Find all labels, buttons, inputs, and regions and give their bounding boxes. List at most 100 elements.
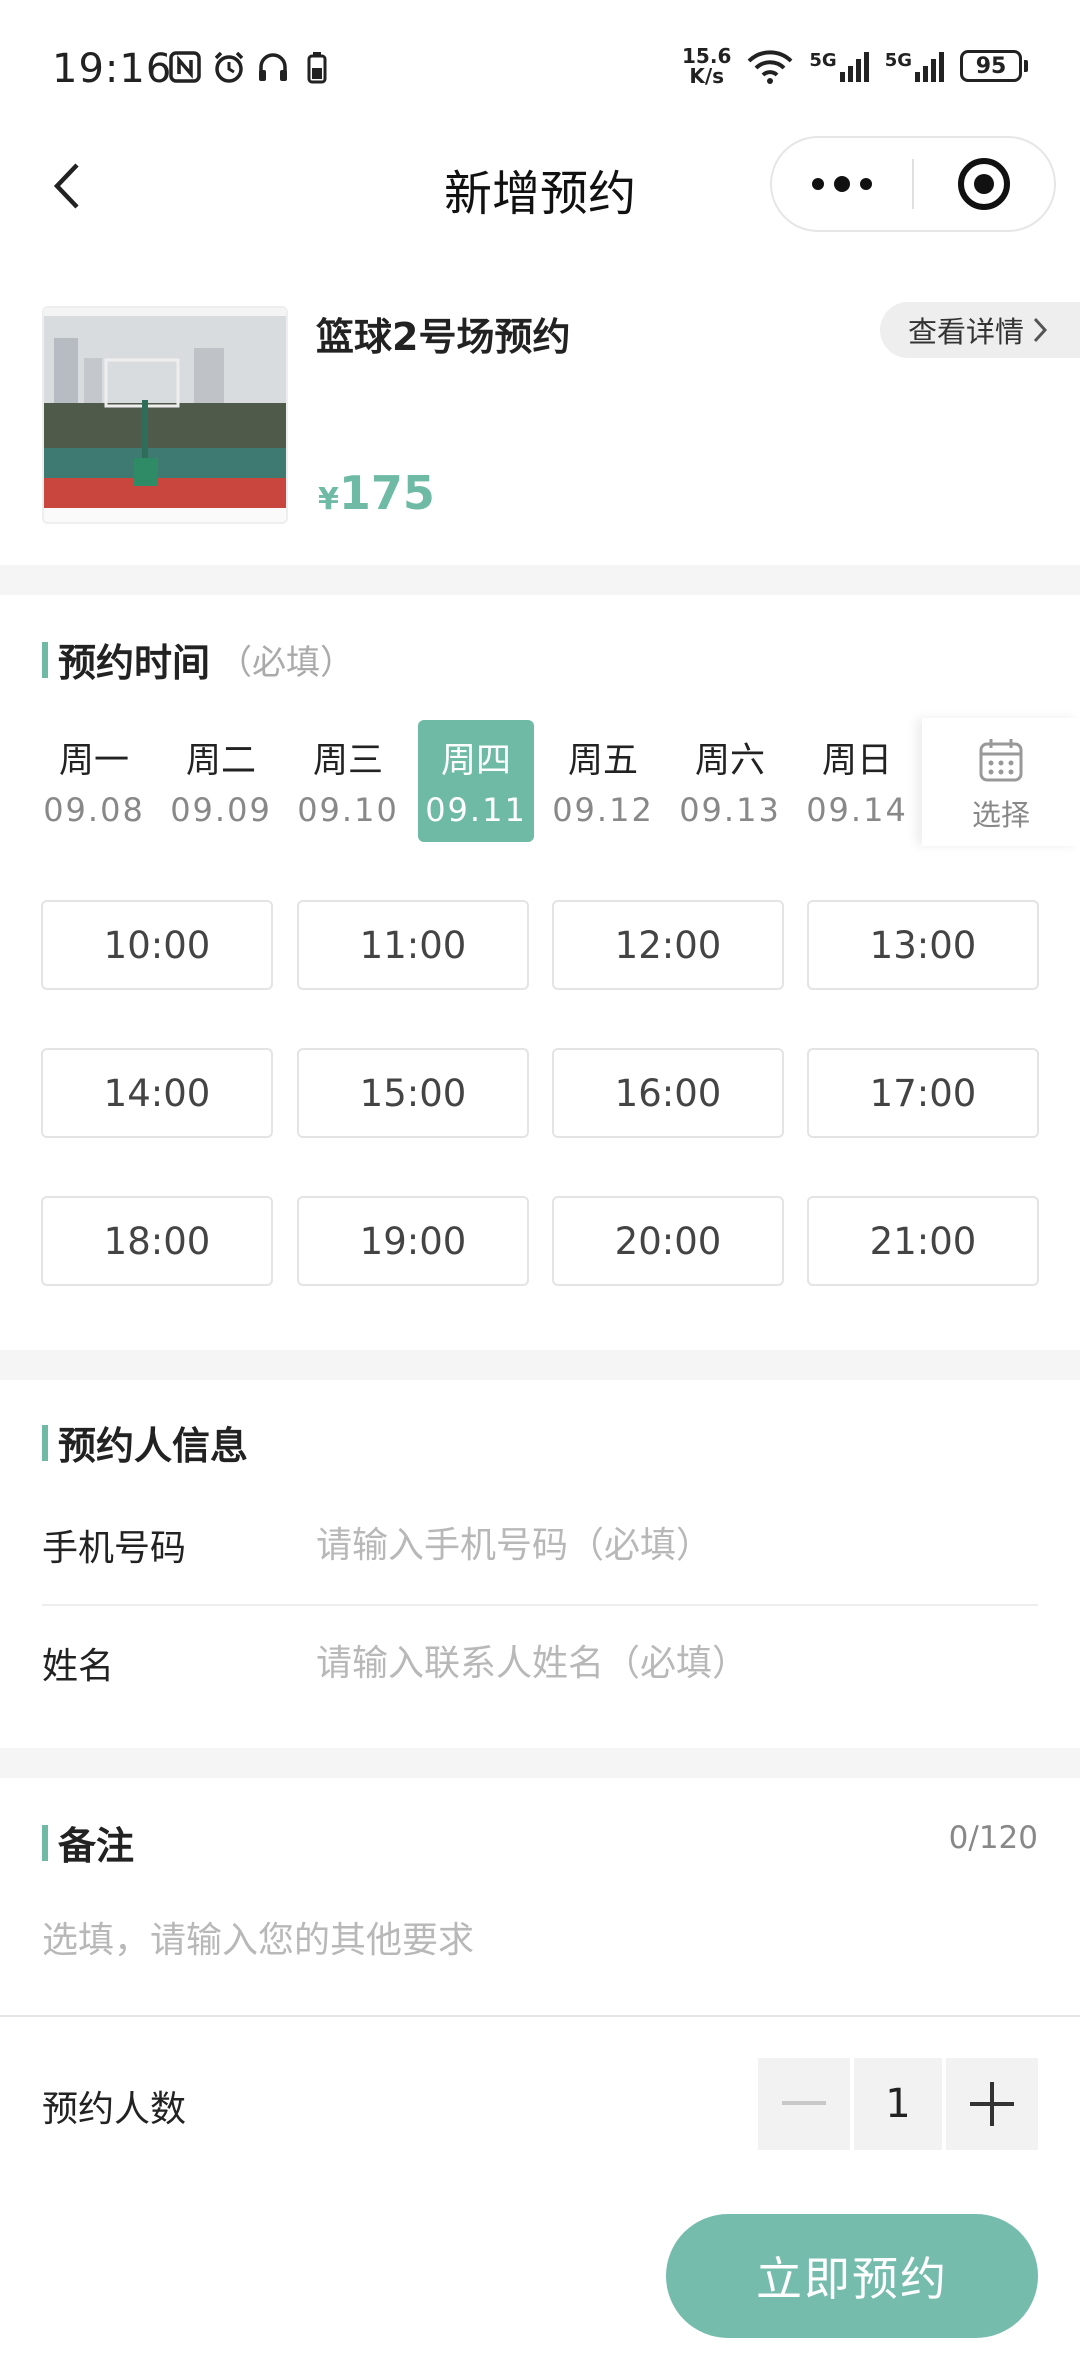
status-left-icons <box>168 50 334 84</box>
date-item-6[interactable]: 周日 09.14 <box>799 720 915 842</box>
view-details-button[interactable]: 查看详情 <box>880 302 1080 358</box>
time-slot[interactable]: 21:00 <box>807 1196 1039 1286</box>
name-row: 姓名 <box>42 1608 1038 1718</box>
section-accent-bar <box>42 1824 48 1861</box>
date-item-3[interactable]: 周四 09.11 <box>418 720 534 842</box>
wifi-icon <box>747 50 793 84</box>
date-item-4[interactable]: 周五 09.12 <box>545 720 661 842</box>
product-card: 篮球2号场预约 ¥175 查看详情 <box>0 280 1080 565</box>
signal-bars-icon <box>915 52 944 82</box>
status-right: 15.6 K/s 5G 5G 95 <box>682 46 1028 86</box>
date-value: 09.11 <box>425 791 527 829</box>
date-weekday: 周三 <box>312 741 383 781</box>
submit-booking-button[interactable]: 立即预约 <box>666 2214 1038 2338</box>
product-image <box>42 306 288 524</box>
product-name: 篮球2号场预约 <box>316 315 571 359</box>
booking-time-header: 预约时间 （必填） <box>42 632 354 687</box>
increase-button[interactable] <box>946 2058 1038 2150</box>
product-price: ¥175 <box>318 466 435 520</box>
date-item-2[interactable]: 周三 09.10 <box>290 720 406 842</box>
decrease-button[interactable] <box>758 2058 850 2150</box>
section-accent-bar <box>42 641 48 678</box>
date-weekday: 周六 <box>694 741 765 781</box>
battery-tip <box>1024 60 1028 72</box>
time-slot[interactable]: 13:00 <box>807 900 1039 990</box>
signal-2: 5G <box>885 50 946 82</box>
status-bar: 19:16 15.6 K/s 5G 5G 95 <box>0 0 1080 130</box>
section-gap <box>0 1350 1080 1380</box>
date-item-1[interactable]: 周二 09.09 <box>163 720 279 842</box>
minus-icon <box>782 2101 826 2105</box>
close-mini-program-button[interactable] <box>914 138 1054 230</box>
date-weekday: 周四 <box>440 741 511 781</box>
date-selector: 周一 09.08 周二 09.09 周三 09.10 周四 09.11 周五 09.12 … <box>0 718 1080 848</box>
more-button[interactable] <box>772 138 912 230</box>
nfc-icon <box>169 51 201 83</box>
headphones-icon <box>259 53 287 81</box>
booking-time-title: 预约时间 <box>58 641 211 685</box>
phone-input[interactable] <box>316 1524 1038 1566</box>
plus-icon <box>970 2082 1014 2126</box>
signal-2-label: 5G <box>884 50 912 71</box>
name-label: 姓名 <box>42 1646 115 1687</box>
people-count-value: 1 <box>854 2058 942 2150</box>
people-count-label: 预约人数 <box>42 2089 187 2130</box>
time-slot[interactable]: 20:00 <box>552 1196 784 1286</box>
mini-program-capsule <box>770 136 1056 232</box>
section-gap <box>0 565 1080 595</box>
date-value: 09.13 <box>679 791 781 829</box>
time-slot[interactable]: 12:00 <box>552 900 784 990</box>
remark-char-count: 0/120 <box>948 1820 1038 1856</box>
date-value: 09.12 <box>552 791 654 829</box>
price-symbol: ¥ <box>318 482 339 517</box>
signal-bars-icon <box>839 52 869 82</box>
section-gap <box>0 1748 1080 1778</box>
price-value: 175 <box>338 466 435 520</box>
date-item-5[interactable]: 周六 09.13 <box>672 720 788 842</box>
time-slot[interactable]: 14:00 <box>41 1048 273 1138</box>
booker-info-title: 预约人信息 <box>58 1424 249 1468</box>
time-slot[interactable]: 10:00 <box>41 900 273 990</box>
people-count-stepper: 1 <box>758 2058 1038 2150</box>
form-divider <box>42 1604 1038 1606</box>
booking-time-required: （必填） <box>218 643 355 683</box>
alarm-icon <box>214 51 244 83</box>
date-value: 09.08 <box>43 791 145 829</box>
signal-1: 5G <box>809 50 870 82</box>
time-slot[interactable]: 11:00 <box>297 900 529 990</box>
date-weekday: 周二 <box>185 741 256 781</box>
time-slot[interactable]: 17:00 <box>807 1048 1039 1138</box>
date-weekday: 周一 <box>58 741 129 781</box>
more-dots-icon <box>812 176 872 192</box>
date-weekday: 周五 <box>567 741 638 781</box>
name-input[interactable] <box>316 1642 1038 1684</box>
time-slot[interactable]: 19:00 <box>297 1196 529 1286</box>
view-details-label: 查看详情 <box>908 315 1025 349</box>
calendar-picker-label: 选择 <box>971 798 1030 832</box>
time-slot[interactable]: 18:00 <box>41 1196 273 1286</box>
time-slot[interactable]: 16:00 <box>552 1048 784 1138</box>
section-accent-bar <box>42 1424 48 1461</box>
booker-info-header: 预约人信息 <box>42 1415 248 1470</box>
phone-row: 手机号码 <box>42 1490 1038 1600</box>
nav-bar: 新增预约 <box>0 130 1080 240</box>
calendar-icon <box>979 739 1023 782</box>
device-battery-icon <box>307 52 327 84</box>
date-value: 09.14 <box>806 791 908 829</box>
network-speed: 15.6 K/s <box>682 46 731 86</box>
date-item-0[interactable]: 周一 09.08 <box>36 720 152 842</box>
time-slot[interactable]: 15:00 <box>297 1048 529 1138</box>
basketball-court-image <box>44 308 286 522</box>
status-time: 19:16 <box>52 46 173 92</box>
signal-1-label: 5G <box>809 50 837 71</box>
battery-level: 95 <box>960 50 1022 82</box>
net-speed-value: 15.6 <box>682 44 732 68</box>
date-value: 09.10 <box>297 791 399 829</box>
remark-input[interactable] <box>42 1905 1038 1975</box>
chevron-right-icon <box>1033 317 1048 343</box>
target-close-icon <box>957 158 1010 210</box>
battery-indicator: 95 <box>960 50 1028 82</box>
calendar-picker-button[interactable]: 选择 <box>922 718 1080 846</box>
net-speed-unit: K/s <box>689 64 725 88</box>
date-value: 09.09 <box>170 791 272 829</box>
